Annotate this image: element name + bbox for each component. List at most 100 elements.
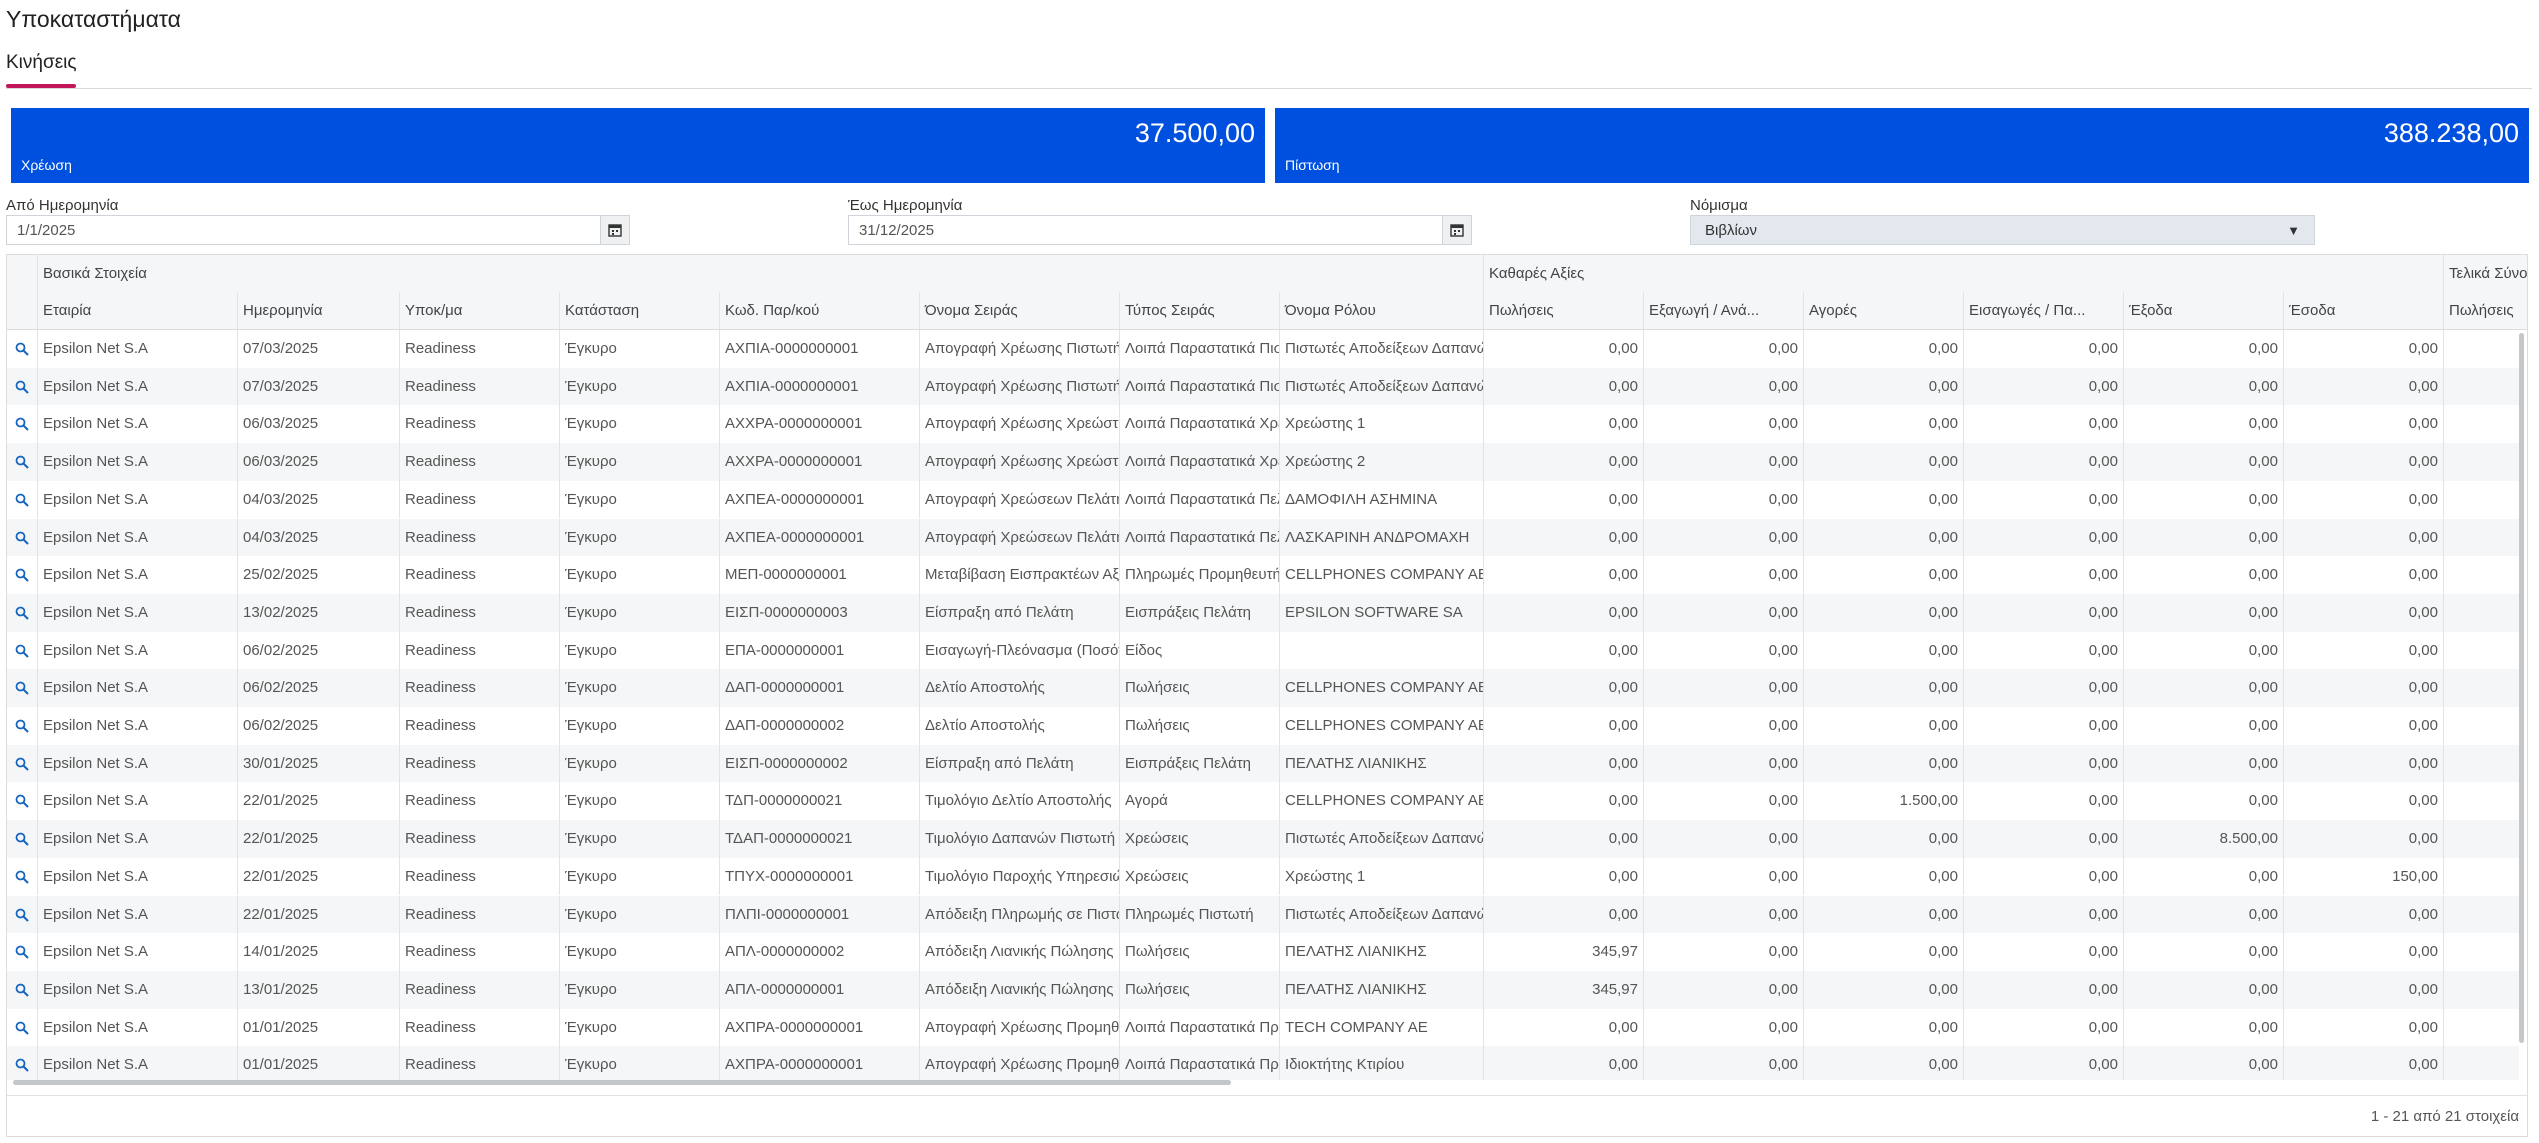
table-row[interactable]: Epsilon Net S.A 06/02/2025 Readiness Έγκυρο… (7, 631, 2519, 670)
column-header-branch[interactable]: Υποκ/μα (399, 292, 559, 329)
row-view-button[interactable] (7, 1046, 37, 1080)
table-row[interactable]: Epsilon Net S.A 30/01/2025 Readiness Έγκυρο… (7, 744, 2519, 783)
column-header-role-name[interactable]: Όνομα Ρόλου (1279, 292, 1483, 329)
row-view-button[interactable] (7, 330, 37, 368)
row-view-button[interactable] (7, 481, 37, 519)
chevron-down-icon[interactable]: ▼ (2287, 223, 2300, 238)
column-header-exports[interactable]: Εξαγωγή / Ανά... (1643, 292, 1803, 329)
column-header-series-name[interactable]: Όνομα Σειράς (919, 292, 1119, 329)
cell-imports: 0,00 (1963, 1008, 2123, 1047)
table-row[interactable]: Epsilon Net S.A 13/02/2025 Readiness Έγκυρο… (7, 593, 2519, 632)
cell-final-sales (2443, 744, 2527, 783)
from-date-value[interactable]: 1/1/2025 (17, 222, 75, 239)
currency-select[interactable]: Βιβλίων ▼ (1690, 215, 2315, 245)
table-row[interactable]: Epsilon Net S.A 07/03/2025 Readiness Έγκυρο… (7, 367, 2519, 406)
column-header-status[interactable]: Κατάσταση (559, 292, 719, 329)
table-row[interactable]: Epsilon Net S.A 13/01/2025 Readiness Έγκυρο… (7, 970, 2519, 1009)
row-view-button[interactable] (7, 933, 37, 971)
column-header-income[interactable]: Έσοδα (2283, 292, 2443, 329)
search-icon[interactable] (15, 719, 29, 733)
table-row[interactable]: Epsilon Net S.A 06/03/2025 Readiness Έγκυρο… (7, 405, 2519, 444)
row-view-button[interactable] (7, 896, 37, 934)
from-date-calendar-button[interactable] (600, 216, 629, 244)
row-view-button[interactable] (7, 707, 37, 745)
row-view-button[interactable] (7, 443, 37, 481)
search-icon[interactable] (15, 794, 29, 809)
group-basic-info: Βασικά Στοιχεία (37, 255, 1483, 292)
search-icon[interactable] (15, 681, 29, 696)
vertical-scrollbar[interactable] (2519, 333, 2524, 1043)
row-view-button[interactable] (7, 368, 37, 406)
column-header-sales[interactable]: Πωλήσεις (1483, 292, 1643, 329)
table-row[interactable]: Epsilon Net S.A 22/01/2025 Readiness Έγκυρο… (7, 782, 2519, 821)
table-row[interactable]: Epsilon Net S.A 14/01/2025 Readiness Έγκυρο… (7, 933, 2519, 971)
search-icon[interactable] (15, 870, 29, 884)
row-view-button[interactable] (7, 405, 37, 443)
row-view-button[interactable] (7, 594, 37, 632)
cell-expenses: 0,00 (2123, 857, 2283, 896)
cell-income: 0,00 (2283, 820, 2443, 858)
search-icon[interactable] (15, 417, 29, 432)
search-icon[interactable] (15, 342, 29, 356)
row-view-button[interactable] (7, 556, 37, 594)
cell-purchases: 0,00 (1803, 820, 1963, 858)
row-view-button[interactable] (7, 669, 37, 707)
search-icon[interactable] (15, 908, 29, 922)
currency-value[interactable]: Βιβλίων (1705, 222, 1757, 239)
search-icon[interactable] (15, 983, 29, 997)
cell-status: Έγκυρο (559, 631, 719, 670)
column-header-date[interactable]: Ημερομηνία (237, 292, 399, 329)
table-row[interactable]: Epsilon Net S.A 22/01/2025 Readiness Έγκυρο… (7, 820, 2519, 858)
search-icon[interactable] (15, 493, 29, 507)
search-icon[interactable] (15, 1021, 29, 1035)
row-view-button[interactable] (7, 971, 37, 1009)
table-row[interactable]: Epsilon Net S.A 01/01/2025 Readiness Έγκυρο… (7, 1008, 2519, 1047)
search-icon[interactable] (15, 568, 29, 582)
cell-exports: 0,00 (1643, 631, 1803, 670)
search-icon[interactable] (15, 644, 29, 658)
cell-expenses: 0,00 (2123, 1008, 2283, 1047)
search-icon[interactable] (15, 606, 29, 620)
cell-doc-code: ΠΛΠΙ-0000000001 (719, 895, 919, 934)
table-row[interactable]: Epsilon Net S.A 06/02/2025 Readiness Έγκυρο… (7, 707, 2519, 745)
row-view-button[interactable] (7, 519, 37, 557)
row-view-button[interactable] (7, 632, 37, 670)
to-date-value[interactable]: 31/12/2025 (859, 222, 934, 239)
search-icon[interactable] (15, 945, 29, 959)
column-header-imports[interactable]: Εισαγωγές / Πα... (1963, 292, 2123, 329)
column-header-doc-code[interactable]: Κωδ. Παρ/κού (719, 292, 919, 329)
column-header-series-type[interactable]: Τύπος Σειράς (1119, 292, 1279, 329)
horizontal-scrollbar[interactable] (13, 1080, 1231, 1085)
cell-income: 0,00 (2283, 1008, 2443, 1047)
row-view-button[interactable] (7, 1009, 37, 1047)
column-header-purchases[interactable]: Αγορές (1803, 292, 1963, 329)
table-row[interactable]: Epsilon Net S.A 06/02/2025 Readiness Έγκυρο… (7, 669, 2519, 707)
from-date-field[interactable]: 1/1/2025 (6, 215, 630, 245)
table-row[interactable]: Epsilon Net S.A 22/01/2025 Readiness Έγκυρο… (7, 895, 2519, 934)
table-row[interactable]: Epsilon Net S.A 25/02/2025 Readiness Έγκυρο… (7, 556, 2519, 594)
search-icon[interactable] (15, 380, 29, 394)
tab-kiniseis[interactable]: Κινήσεις (6, 52, 77, 80)
column-header-company[interactable]: Εταιρία (37, 292, 237, 329)
column-header-expenses[interactable]: Έξοδα (2123, 292, 2283, 329)
table-row[interactable]: Epsilon Net S.A 01/01/2025 Readiness Έγκυρο… (7, 1046, 2519, 1080)
search-icon[interactable] (15, 1058, 29, 1073)
to-date-field[interactable]: 31/12/2025 (848, 215, 1472, 245)
table-row[interactable]: Epsilon Net S.A 06/03/2025 Readiness Έγκυρο… (7, 443, 2519, 481)
search-icon[interactable] (15, 455, 29, 469)
search-icon[interactable] (15, 757, 29, 771)
table-row[interactable]: Epsilon Net S.A 04/03/2025 Readiness Έγκυρο… (7, 518, 2519, 557)
row-view-button[interactable] (7, 782, 37, 820)
row-view-button[interactable] (7, 745, 37, 783)
search-icon[interactable] (15, 832, 29, 846)
column-header-final-sales[interactable]: Πωλήσεις (2443, 292, 2527, 329)
row-view-button[interactable] (7, 858, 37, 896)
table-row[interactable]: Epsilon Net S.A 22/01/2025 Readiness Έγκυρο… (7, 857, 2519, 896)
cell-branch: Readiness (399, 480, 559, 519)
to-date-calendar-button[interactable] (1442, 216, 1471, 244)
cell-role-name: CELLPHONES COMPANY AE (1279, 782, 1483, 821)
search-icon[interactable] (15, 531, 29, 545)
table-row[interactable]: Epsilon Net S.A 04/03/2025 Readiness Έγκυρο… (7, 480, 2519, 519)
table-row[interactable]: Epsilon Net S.A 07/03/2025 Readiness Έγκυρο… (7, 330, 2519, 368)
row-view-button[interactable] (7, 820, 37, 858)
